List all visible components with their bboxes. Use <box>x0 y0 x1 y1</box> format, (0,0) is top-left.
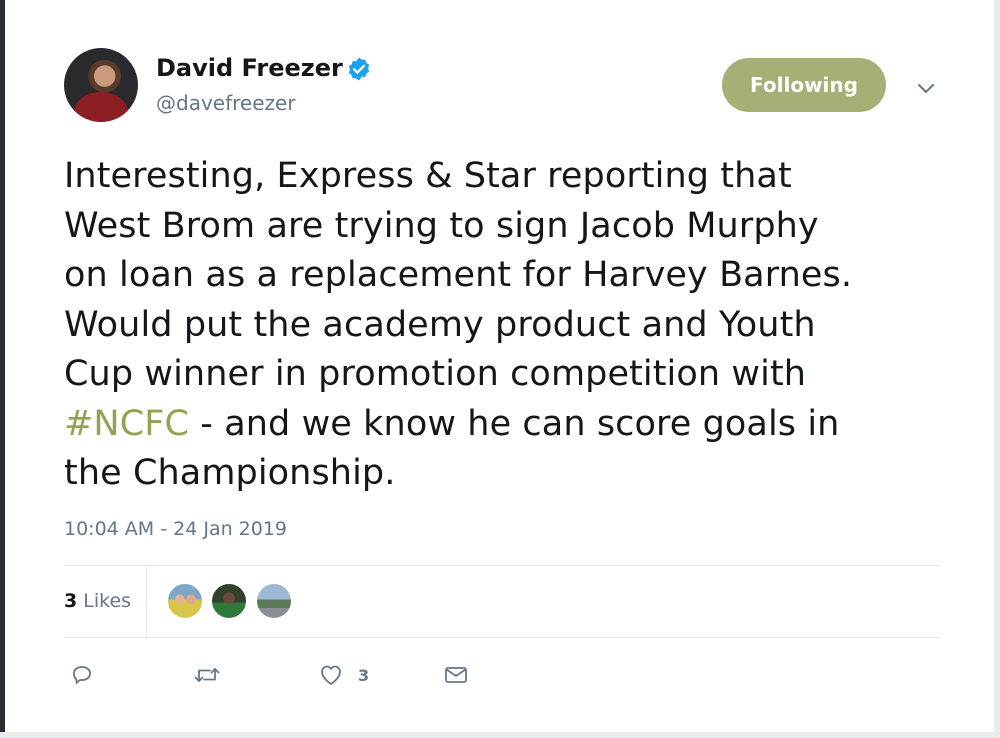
avatar-shoulders <box>74 92 128 122</box>
tweet-text-line: Cup winner in promotion competition with <box>64 354 807 394</box>
window-edge-bottom <box>0 732 1000 738</box>
author-avatar[interactable] <box>64 48 138 122</box>
following-button[interactable]: Following <box>722 58 886 112</box>
author-handle[interactable]: @davefreezer <box>156 91 296 115</box>
verified-badge-icon <box>348 57 370 81</box>
tweet-text: Interesting, Express & Star reporting th… <box>64 152 944 499</box>
stats-divider-vertical <box>146 566 147 637</box>
author-display-name[interactable]: David Freezer <box>156 54 343 82</box>
stats-divider-bottom <box>64 637 940 638</box>
likes-stat[interactable]: 3 Likes <box>64 590 131 612</box>
window-edge-left <box>0 0 5 738</box>
likes-count: 3 <box>64 590 78 612</box>
liker-avatar[interactable] <box>210 582 248 620</box>
heart-icon <box>321 665 341 685</box>
tweet-text-line: Interesting, Express & Star reporting th… <box>64 156 792 196</box>
like-button[interactable]: 3 <box>318 660 369 690</box>
liker-avatar[interactable] <box>166 582 204 620</box>
window-edge-right <box>994 0 1000 738</box>
tweet-text-line: the Championship. <box>64 453 396 493</box>
like-count: 3 <box>358 665 370 685</box>
retweet-button[interactable] <box>193 660 221 690</box>
hashtag-link[interactable]: #NCFC <box>64 404 189 444</box>
likes-label: Likes <box>83 590 132 612</box>
tweet-text-line: on loan as a replacement for Harvey Barn… <box>64 255 853 295</box>
tweet-text-fragment: - and we know he can score goals in <box>189 403 840 444</box>
tweet-timestamp[interactable]: 10:04 AM - 24 Jan 2019 <box>64 518 287 540</box>
direct-message-button[interactable] <box>443 660 469 690</box>
tweet-text-line: #NCFC - and we know he can score goals i… <box>64 400 944 450</box>
chevron-down-icon[interactable] <box>916 80 936 96</box>
tweet-text-line: Would put the academy product and Youth <box>64 304 816 345</box>
reply-button[interactable] <box>70 660 94 690</box>
envelope-icon <box>445 667 467 683</box>
stats-divider-top <box>64 565 940 566</box>
tweet-text-line: West Brom are trying to sign Jacob Murph… <box>64 205 819 246</box>
liker-avatar[interactable] <box>255 582 293 620</box>
reply-icon <box>73 666 91 684</box>
retweet-icon <box>194 668 220 682</box>
